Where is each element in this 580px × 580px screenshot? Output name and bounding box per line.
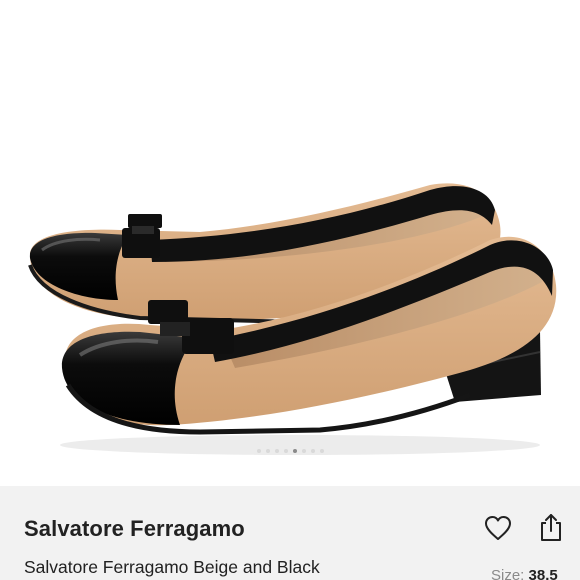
carousel-dot[interactable] [310, 449, 315, 453]
size-value: 38.5 [528, 567, 558, 580]
like-button[interactable] [483, 513, 513, 543]
product-photo[interactable] [0, 0, 580, 486]
carousel-dot[interactable] [319, 449, 324, 453]
carousel-dot[interactable] [265, 449, 270, 453]
carousel-dot[interactable] [301, 449, 306, 453]
carousel-dot[interactable] [283, 449, 288, 453]
brand-name[interactable]: Salvatore Ferragamo [24, 516, 245, 542]
listing-title[interactable]: Salvatore Ferragamo Beige and Black [24, 557, 320, 578]
share-icon [541, 514, 561, 541]
size-label: Size: [491, 567, 525, 580]
listing-screen: Salvatore Ferragamo Salvatore Ferragamo … [0, 0, 580, 580]
shoe-image [28, 183, 557, 455]
heart-icon [485, 516, 511, 540]
carousel-indicator[interactable] [0, 449, 580, 457]
listing-info: Salvatore Ferragamo Salvatore Ferragamo … [0, 486, 580, 580]
carousel-dot-active[interactable] [292, 449, 297, 453]
carousel-dot[interactable] [256, 449, 261, 453]
size-info: Size: 38.5 [491, 567, 558, 580]
share-button[interactable] [536, 512, 566, 542]
carousel-dot[interactable] [274, 449, 279, 453]
